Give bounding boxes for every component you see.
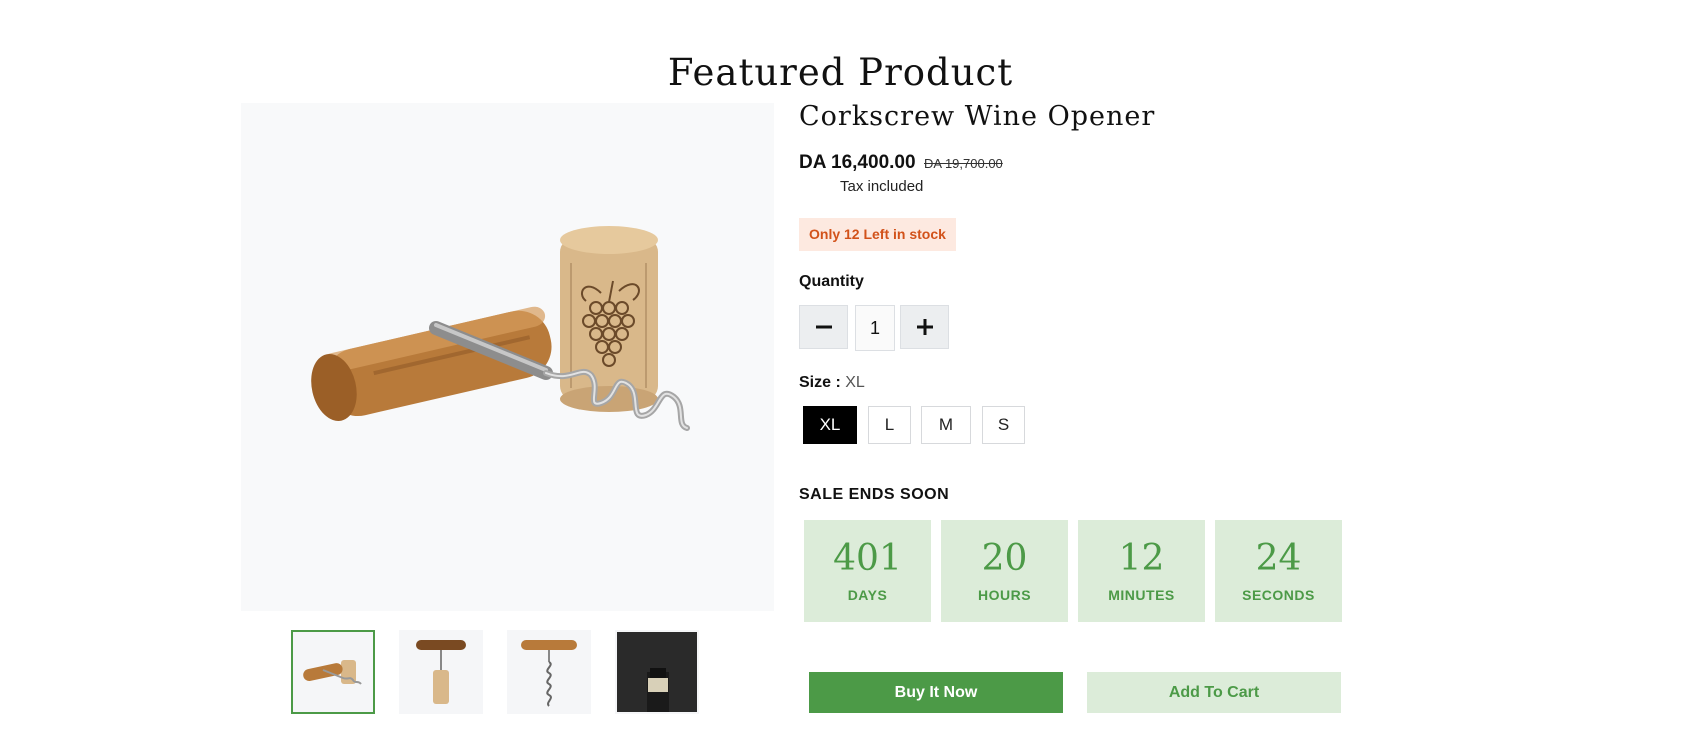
stock-badge: Only 12 Left in stock xyxy=(799,218,956,251)
quantity-decrease-button[interactable] xyxy=(799,305,848,349)
countdown-seconds-value: 24 xyxy=(1255,538,1302,579)
corkscrew-image xyxy=(311,226,690,431)
size-option-xl[interactable]: XL xyxy=(803,406,857,444)
thumbnail-1[interactable] xyxy=(291,630,375,714)
tax-note: Tax included xyxy=(840,178,924,195)
minus-icon xyxy=(815,325,832,329)
thumbnail-3[interactable] xyxy=(507,630,591,714)
countdown-days-unit: DAYS xyxy=(847,587,888,603)
product-price: DA 16,400.00 xyxy=(799,152,916,173)
selected-size-value: XL xyxy=(845,374,865,391)
buy-it-now-button[interactable]: Buy It Now xyxy=(809,672,1063,713)
countdown-hours-unit: HOURS xyxy=(977,587,1032,603)
section-title: Featured Product xyxy=(667,50,1014,94)
corkscrew-upright-icon xyxy=(401,632,481,712)
countdown-minutes-value: 12 xyxy=(1118,538,1165,579)
corkscrew-thumbnail-icon xyxy=(293,632,373,712)
countdown-hours-value: 20 xyxy=(981,538,1028,579)
size-option-l[interactable]: L xyxy=(868,406,911,444)
countdown-seconds-unit: SECONDS xyxy=(1242,587,1315,603)
price-row: DA 16,400.00 DA 19,700.00 xyxy=(799,152,1003,174)
product-main-image[interactable] xyxy=(241,103,774,611)
sale-countdown-title: SALE ENDS SOON xyxy=(799,486,950,503)
quantity-input[interactable]: 1 xyxy=(855,305,895,351)
thumbnail-4[interactable] xyxy=(615,630,699,714)
quantity-increase-button[interactable] xyxy=(900,305,949,349)
plus-icon xyxy=(916,319,933,335)
add-to-cart-button[interactable]: Add To Cart xyxy=(1087,672,1341,713)
thumbnail-2[interactable] xyxy=(399,630,483,714)
countdown-minutes-unit: MINUTES xyxy=(1108,587,1175,603)
size-option-m[interactable]: M xyxy=(921,406,971,444)
countdown-hours: 20 HOURS xyxy=(941,520,1068,622)
size-label-text: Size : xyxy=(799,374,841,391)
quantity-label: Quantity xyxy=(799,273,864,290)
product-title: Corkscrew Wine Opener xyxy=(799,101,1156,132)
countdown-seconds: 24 SECONDS xyxy=(1215,520,1342,622)
size-label: Size : XL xyxy=(799,374,865,392)
countdown-minutes: 12 MINUTES xyxy=(1078,520,1205,622)
compare-at-price: DA 19,700.00 xyxy=(924,156,1003,171)
size-option-s[interactable]: S xyxy=(982,406,1025,444)
corkscrew-spiral-icon xyxy=(509,632,589,712)
countdown-days: 401 DAYS xyxy=(804,520,931,622)
wine-bottle-icon xyxy=(617,632,697,712)
countdown-days-value: 401 xyxy=(833,538,902,579)
